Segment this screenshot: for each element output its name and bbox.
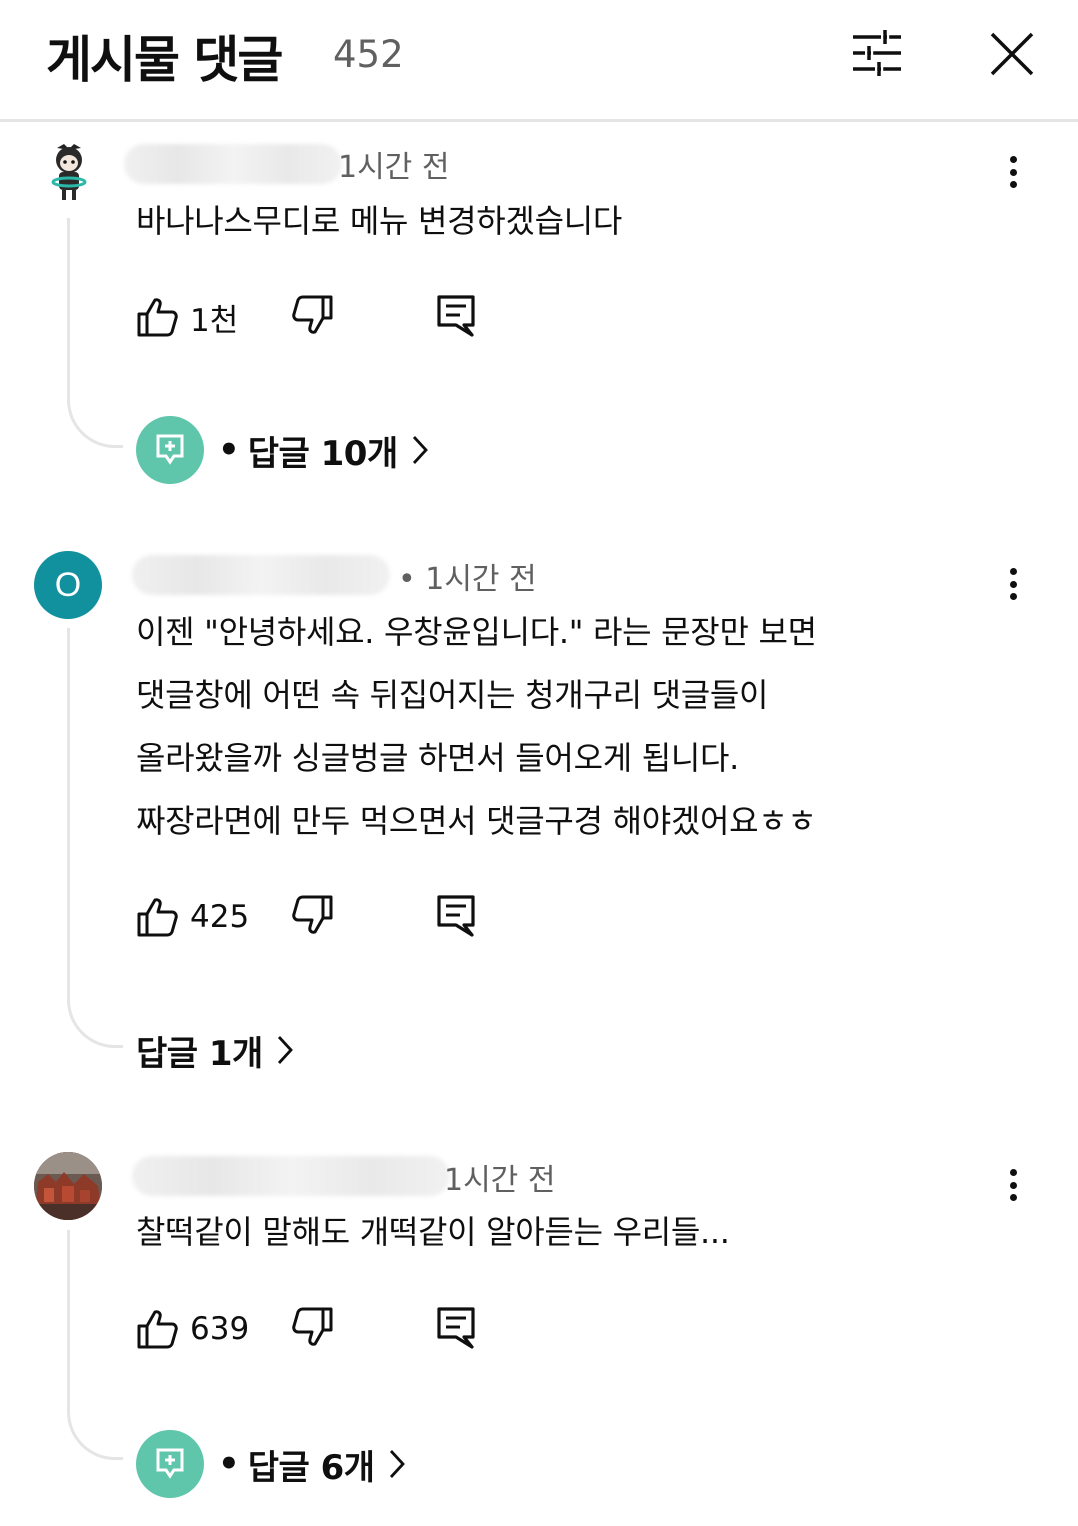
comment-line: 이젠 "안녕하세요. 우창윤입니다." 라는 문장만 보면 <box>136 613 817 651</box>
reply-avatar <box>136 1430 204 1498</box>
thread-line <box>67 628 123 1048</box>
comment-time: 1시간 전 <box>338 150 450 185</box>
replies-label: 답글 10개 <box>247 433 399 474</box>
avatar[interactable]: O <box>34 551 102 619</box>
filter-button[interactable] <box>846 26 908 80</box>
add-reply-icon <box>156 434 184 465</box>
author-name[interactable] <box>132 1156 450 1196</box>
comment-time: • 1시간 전 <box>398 562 537 597</box>
close-button[interactable] <box>984 26 1040 82</box>
comments-header: 게시물 댓글 452 <box>0 0 1078 122</box>
like-button[interactable]: 639 <box>136 1304 249 1354</box>
avatar[interactable] <box>34 1152 102 1220</box>
author-name[interactable] <box>124 144 342 184</box>
replies-label: 답글 1개 <box>136 1033 263 1074</box>
comment-line: 짜장라면에 만두 먹으면서 댓글구경 해야겠어요ㅎㅎ <box>136 802 817 840</box>
chevron-right-icon <box>412 436 428 464</box>
view-replies-button[interactable]: • 답글 6개 <box>136 1428 405 1500</box>
photo-avatar-icon <box>34 1152 102 1220</box>
avatar[interactable] <box>44 140 94 204</box>
view-replies-button[interactable]: • 답글 10개 <box>136 414 428 486</box>
dislike-button[interactable] <box>292 894 334 940</box>
thumbs-down-icon <box>292 1307 333 1346</box>
chevron-right-icon <box>277 1036 293 1064</box>
reply-button[interactable] <box>436 1306 476 1354</box>
author-name[interactable] <box>132 555 390 595</box>
comment-text: 이젠 "안녕하세요. 우창윤입니다." 라는 문장만 보면 댓글창에 어떤 속 … <box>136 601 817 853</box>
comment-line: 바나나스무디로 메뉴 변경하겠습니다 <box>136 202 622 240</box>
thumbs-down-icon <box>292 295 333 334</box>
thread-line <box>67 218 123 448</box>
like-count: 639 <box>190 1311 250 1347</box>
comment-icon <box>437 295 475 337</box>
reply-button[interactable] <box>436 294 476 342</box>
comment-time: 1시간 전 <box>444 1163 556 1198</box>
character-avatar-icon <box>51 144 87 200</box>
replies-label: 답글 6개 <box>247 1447 375 1488</box>
comment-line: 올라왔을까 싱글벙글 하면서 들어오게 됩니다. <box>136 739 740 777</box>
comment-actions: 639 <box>136 1304 496 1354</box>
thumbs-up-icon <box>137 298 178 337</box>
comment-line: 댓글창에 어떤 속 뒤집어지는 청개구리 댓글들이 <box>136 676 769 714</box>
dislike-button[interactable] <box>292 1306 334 1352</box>
thread-line <box>67 1230 123 1460</box>
like-count: 425 <box>190 899 250 935</box>
dislike-button[interactable] <box>292 294 334 340</box>
comment-icon <box>437 1307 475 1349</box>
like-button[interactable]: 425 <box>136 892 249 942</box>
comment-actions: 1천 <box>136 292 496 342</box>
comment-actions: 425 <box>136 892 496 942</box>
comment-icon <box>437 895 475 937</box>
like-button[interactable]: 1천 <box>136 292 238 342</box>
bullet: • <box>218 430 240 470</box>
thumbs-up-icon <box>137 898 178 937</box>
more-options-button[interactable] <box>998 150 1028 194</box>
reply-avatar <box>136 416 204 484</box>
thumbs-up-icon <box>137 1310 178 1349</box>
chevron-right-icon <box>389 1450 405 1478</box>
comment-line: 찰떡같이 말해도 개떡같이 알아듣는 우리들... <box>136 1213 730 1251</box>
close-icon <box>990 32 1034 76</box>
like-count: 1천 <box>190 302 239 339</box>
view-replies-button[interactable]: 답글 1개 <box>136 1014 293 1086</box>
more-options-button[interactable] <box>998 562 1028 606</box>
bullet: • <box>218 1444 240 1484</box>
reply-button[interactable] <box>436 894 476 942</box>
comment-count: 452 <box>333 33 404 76</box>
sliders-icon <box>853 30 901 76</box>
comment-text: 바나나스무디로 메뉴 변경하겠습니다 <box>136 190 622 253</box>
more-options-button[interactable] <box>998 1163 1028 1207</box>
page-title: 게시물 댓글 <box>46 31 283 89</box>
comment-text: 찰떡같이 말해도 개떡같이 알아듣는 우리들... <box>136 1201 730 1264</box>
add-reply-icon <box>156 1448 184 1479</box>
thumbs-down-icon <box>292 895 333 934</box>
